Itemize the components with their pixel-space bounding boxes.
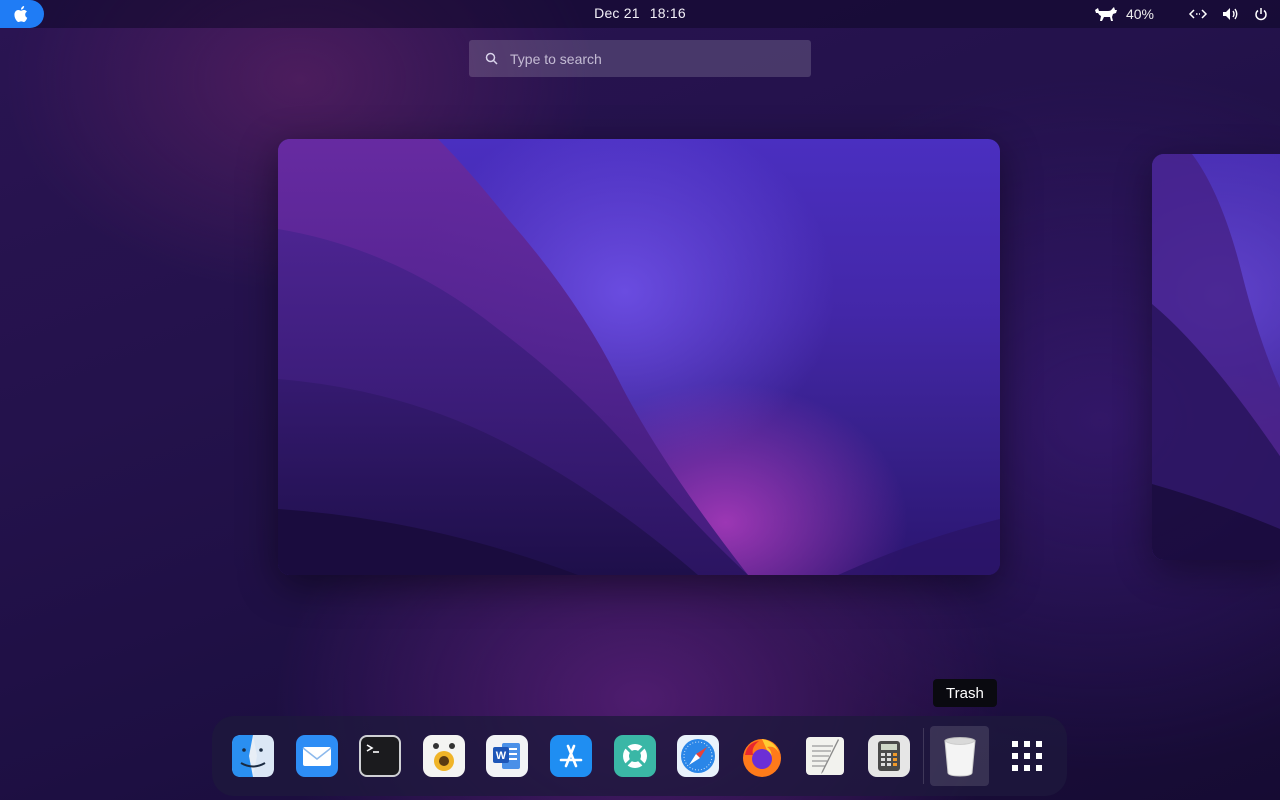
clock[interactable]: Dec 21 18:16 xyxy=(0,5,1280,21)
date-label: Dec 21 xyxy=(594,5,640,21)
battery-percent[interactable]: 40% xyxy=(1126,6,1154,22)
search-icon xyxy=(485,52,498,65)
dock-item-calculator[interactable] xyxy=(865,732,913,780)
cat-icon[interactable] xyxy=(1094,6,1118,22)
system-tray[interactable]: 40% xyxy=(1094,0,1268,28)
trash-tooltip: Trash xyxy=(933,679,997,707)
app-store-icon xyxy=(549,735,592,777)
workspace-thumbnail-current[interactable] xyxy=(278,139,1000,575)
search-input[interactable] xyxy=(510,50,790,67)
volume-icon[interactable] xyxy=(1222,7,1240,21)
lifebuoy-icon xyxy=(613,735,656,777)
terminal-icon xyxy=(359,735,402,777)
mail-icon xyxy=(295,735,338,777)
power-icon[interactable] xyxy=(1254,7,1268,21)
time-label: 18:16 xyxy=(649,5,686,21)
dock-item-firefox[interactable] xyxy=(738,732,786,780)
dock-item-help[interactable] xyxy=(611,732,659,780)
safari-icon xyxy=(677,735,720,777)
dock-item-app-store[interactable] xyxy=(547,732,595,780)
dock-item-word[interactable]: W xyxy=(483,732,531,780)
search-bar[interactable] xyxy=(469,40,811,77)
svg-text:W: W xyxy=(496,750,507,762)
dock-item-mail[interactable] xyxy=(293,732,341,780)
firefox-icon xyxy=(742,739,781,777)
dock: W xyxy=(212,716,1067,796)
network-icon[interactable] xyxy=(1188,8,1208,20)
dock-item-rhythmbox[interactable] xyxy=(420,732,468,780)
text-editor-icon xyxy=(806,737,845,775)
word-icon: W xyxy=(486,735,529,777)
dock-item-text-editor[interactable] xyxy=(801,732,849,780)
top-bar: Dec 21 18:16 40% xyxy=(0,0,1280,28)
finder-icon xyxy=(231,735,274,777)
dock-item-finder[interactable] xyxy=(229,732,277,780)
dock-separator xyxy=(922,728,924,784)
wallpaper-mountains xyxy=(278,139,1000,575)
speaker-icon xyxy=(422,735,465,777)
wallpaper-mountains xyxy=(1152,154,1280,560)
show-applications-button[interactable] xyxy=(1003,732,1051,780)
trash-icon xyxy=(943,737,976,777)
dock-item-trash[interactable] xyxy=(929,726,990,786)
dock-item-terminal[interactable] xyxy=(356,732,404,780)
app-grid-icon xyxy=(1012,741,1043,771)
dock-item-safari[interactable] xyxy=(674,732,722,780)
calculator-icon xyxy=(868,735,910,777)
workspace-thumbnail-next[interactable] xyxy=(1152,154,1280,560)
